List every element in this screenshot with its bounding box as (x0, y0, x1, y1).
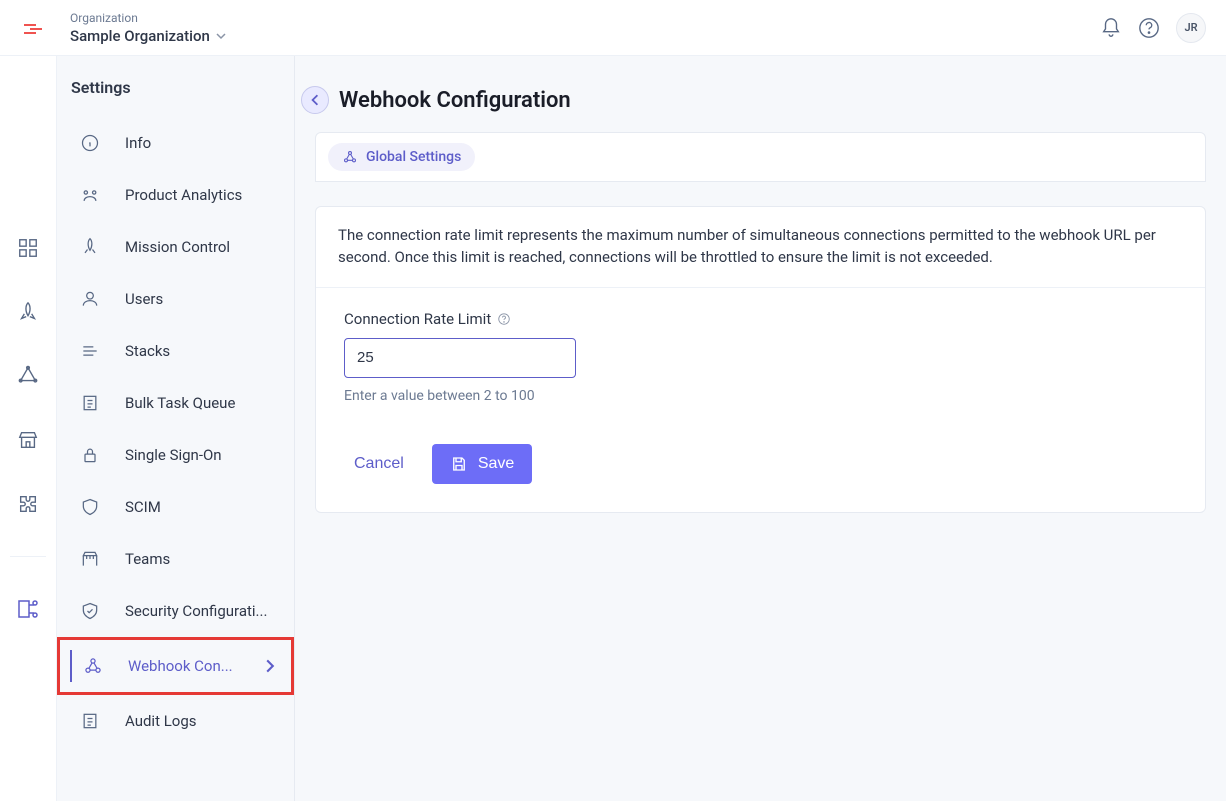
sidebar-item-info[interactable]: Info (57, 117, 294, 169)
org-label: Organization (70, 11, 226, 25)
org-block: Organization Sample Organization (70, 11, 226, 45)
help-small-icon[interactable] (497, 312, 511, 326)
rail-separator (10, 556, 46, 557)
chevron-down-icon (216, 31, 226, 41)
button-row: Cancel Save (344, 444, 1177, 484)
save-button[interactable]: Save (432, 444, 532, 484)
sidebar-item-label: Stacks (125, 342, 280, 360)
sidebar-item-audit-logs[interactable]: Audit Logs (57, 695, 294, 747)
sidebar-item-label: Webhook Con... (128, 657, 239, 675)
sidebar-item-stacks[interactable]: Stacks (57, 325, 294, 377)
rail-puzzle-icon[interactable] (16, 492, 40, 516)
layout: Settings Info Product Analytics Mission … (0, 56, 1226, 801)
sidebar-item-scim[interactable]: SCIM (57, 481, 294, 533)
field-label-row: Connection Rate Limit (344, 310, 1177, 328)
sidebar-item-label: Product Analytics (125, 186, 280, 204)
help-icon[interactable] (1138, 17, 1160, 39)
settings-title: Settings (57, 78, 294, 117)
rail-market-icon[interactable] (16, 428, 40, 452)
webhook-small-icon (342, 149, 358, 165)
shield2-icon (79, 601, 101, 621)
nav-list: Info Product Analytics Mission Control U… (57, 117, 294, 747)
rail-model-icon[interactable] (16, 364, 40, 388)
org-name: Sample Organization (70, 27, 210, 45)
mission-icon (79, 237, 101, 257)
sidebar-item-label: Bulk Task Queue (125, 394, 280, 412)
avatar-initials: JR (1184, 21, 1197, 34)
sidebar-item-bulk-task-queue[interactable]: Bulk Task Queue (57, 377, 294, 429)
sidebar-item-teams[interactable]: Teams (57, 533, 294, 585)
settings-sidebar: Settings Info Product Analytics Mission … (56, 56, 295, 801)
rail-settings-icon[interactable] (16, 597, 40, 621)
main-content: Webhook Configuration Global Settings Th… (295, 56, 1226, 801)
sidebar-item-mission-control[interactable]: Mission Control (57, 221, 294, 273)
shield-icon (79, 497, 101, 517)
sidebar-item-label: Teams (125, 550, 280, 568)
sidebar-item-webhook-config[interactable]: Webhook Con... (60, 640, 291, 692)
sidebar-item-label: Audit Logs (125, 712, 280, 730)
form-body: Connection Rate Limit Enter a value betw… (316, 288, 1205, 512)
queue-icon (79, 393, 101, 413)
highlight-box: Webhook Con... (57, 637, 294, 695)
tab-global-settings[interactable]: Global Settings (328, 143, 475, 171)
page-title: Webhook Configuration (339, 88, 571, 113)
lock-icon (79, 445, 101, 465)
chevron-left-icon (309, 94, 321, 106)
help-text: Enter a value between 2 to 100 (344, 388, 1177, 404)
rail-launch-icon[interactable] (16, 300, 40, 324)
org-selector[interactable]: Sample Organization (70, 27, 226, 45)
cancel-button[interactable]: Cancel (354, 455, 404, 473)
description-text: The connection rate limit represents the… (316, 207, 1205, 288)
user-icon (79, 289, 101, 309)
sidebar-item-sso[interactable]: Single Sign-On (57, 429, 294, 481)
info-icon (79, 133, 101, 153)
chevron-right-icon (263, 659, 277, 673)
bell-icon[interactable] (1100, 17, 1122, 39)
icon-rail (0, 56, 56, 801)
logs-icon (79, 711, 101, 731)
rate-limit-input[interactable] (344, 338, 576, 378)
back-button[interactable] (301, 86, 329, 114)
avatar[interactable]: JR (1176, 13, 1206, 43)
sidebar-item-label: Mission Control (125, 238, 280, 256)
save-icon (450, 455, 468, 473)
logo-icon (21, 16, 45, 40)
sidebar-item-label: Single Sign-On (125, 446, 280, 464)
tab-label: Global Settings (366, 149, 461, 165)
page-head: Webhook Configuration (301, 56, 1206, 132)
sidebar-item-product-analytics[interactable]: Product Analytics (57, 169, 294, 221)
analytics-icon (79, 185, 101, 205)
sidebar-item-security-config[interactable]: Security Configurati... (57, 585, 294, 637)
teams-icon (79, 549, 101, 569)
top-header: Organization Sample Organization JR (0, 0, 1226, 56)
tab-bar: Global Settings (315, 132, 1206, 182)
sidebar-item-label: Users (125, 290, 280, 308)
rail-dashboard-icon[interactable] (16, 236, 40, 260)
webhook-icon (82, 656, 104, 676)
settings-card: The connection rate limit represents the… (315, 206, 1206, 513)
header-actions: JR (1100, 13, 1206, 43)
sidebar-item-users[interactable]: Users (57, 273, 294, 325)
brand-logo (10, 16, 56, 40)
field-label: Connection Rate Limit (344, 310, 491, 328)
stacks-icon (79, 341, 101, 361)
sidebar-item-label: Security Configurati... (125, 602, 280, 620)
sidebar-item-label: SCIM (125, 498, 280, 516)
sidebar-item-label: Info (125, 134, 280, 152)
save-label: Save (478, 455, 514, 473)
